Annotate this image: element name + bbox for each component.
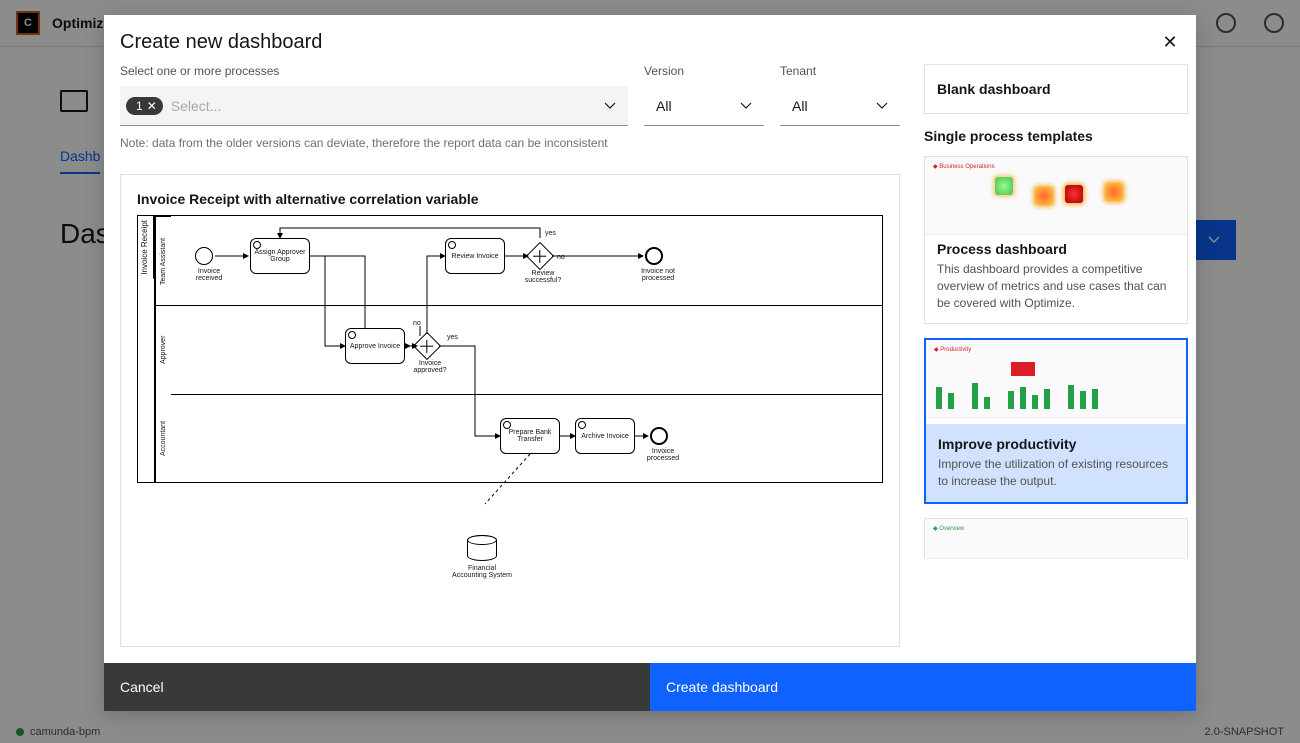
bpmn-start-event — [195, 247, 213, 265]
tenant-label: Tenant — [780, 64, 900, 78]
bpmn-edge-no2: no — [413, 320, 421, 327]
bpmn-gateway-approve-label: Invoice approved? — [410, 360, 450, 374]
tenant-select[interactable]: All — [780, 86, 900, 126]
process-tag-count: 1 — [136, 99, 143, 113]
bpmn-datastore — [467, 535, 497, 561]
bpmn-end-processed-label: Invoice processed — [638, 448, 688, 462]
bpmn-edge-yes1: yes — [545, 230, 556, 237]
version-select[interactable]: All — [644, 86, 764, 126]
template-desc: This dashboard provides a competitive ov… — [937, 261, 1175, 311]
version-note: Note: data from the older versions can d… — [120, 136, 900, 150]
chevron-down-icon — [876, 102, 888, 110]
bpmn-end-processed — [650, 427, 668, 445]
bpmn-end-not-processed-label: Invoice not processed — [633, 268, 683, 282]
bpmn-end-not-processed — [645, 247, 663, 265]
template-process-dashboard[interactable]: ◆ Business Operations Process dashboard … — [924, 156, 1188, 324]
modal-left-pane: Select one or more processes 1 ✕ Select.… — [104, 64, 916, 663]
bpmn-start-label: Invoice received — [189, 268, 229, 282]
template-preview: ◆ Business Operations — [925, 157, 1187, 235]
chevron-down-icon — [604, 102, 616, 110]
template-blank-title: Blank dashboard — [937, 81, 1175, 97]
template-next[interactable]: ◆ Overview — [924, 518, 1188, 558]
template-blank-dashboard[interactable]: Blank dashboard — [924, 64, 1188, 114]
create-dashboard-modal: Create new dashboard ✕ Select one or mor… — [104, 15, 1196, 711]
chevron-down-icon — [740, 102, 752, 110]
close-icon[interactable]: ✕ — [1160, 33, 1180, 53]
version-value: All — [656, 98, 672, 114]
bpmn-title: Invoice Receipt with alternative correla… — [137, 191, 883, 207]
template-title: Process dashboard — [937, 241, 1175, 257]
process-tag[interactable]: 1 ✕ — [126, 97, 163, 115]
process-select-label: Select one or more processes — [120, 64, 628, 78]
bpmn-task-assign: Assign Approver Group — [250, 238, 310, 274]
bpmn-edge-yes2: yes — [447, 334, 458, 341]
tenant-value: All — [792, 98, 808, 114]
bpmn-gateway-review-label: Review successful? — [523, 270, 563, 284]
lane-label-approver: Approver — [155, 305, 171, 394]
bpmn-edge-no1: no — [557, 254, 565, 261]
bpmn-pool-label: Invoice Receipt — [138, 216, 154, 279]
process-tag-clear-icon[interactable]: ✕ — [147, 99, 157, 113]
modal-footer: Cancel Create dashboard — [104, 663, 1196, 711]
bpmn-gateway-review — [526, 242, 554, 270]
bpmn-task-approve: Approve Invoice — [345, 328, 405, 364]
template-preview: ◆ Productivity — [926, 340, 1186, 418]
lane-label-accountant: Accountant — [155, 394, 171, 482]
template-title: Improve productivity — [938, 436, 1174, 452]
template-desc: Improve the utilization of existing reso… — [938, 456, 1174, 490]
create-dashboard-button[interactable]: Create dashboard — [650, 663, 1196, 711]
version-label: Version — [644, 64, 764, 78]
bpmn-task-prepare: Prepare Bank Transfer — [500, 418, 560, 454]
process-select[interactable]: 1 ✕ Select... — [120, 86, 628, 126]
bpmn-gateway-approve — [413, 332, 441, 360]
bpmn-datastore-label: Financial Accounting System — [451, 565, 513, 579]
process-placeholder: Select... — [171, 98, 222, 114]
templates-panel: Blank dashboard Single process templates… — [916, 64, 1196, 663]
template-improve-productivity[interactable]: ◆ Productivity Improve — [924, 338, 1188, 504]
cancel-button[interactable]: Cancel — [104, 663, 650, 711]
template-preview: ◆ Overview — [925, 519, 1187, 559]
templates-section-single: Single process templates — [924, 128, 1188, 144]
bpmn-task-archive: Archive Invoice — [575, 418, 635, 454]
bpmn-task-review: Review Invoice — [445, 238, 505, 274]
bpmn-diagram-card: Invoice Receipt with alternative correla… — [120, 174, 900, 647]
modal-title: Create new dashboard — [120, 31, 322, 54]
lane-label-team-assistant: Team Assistant — [155, 216, 171, 305]
